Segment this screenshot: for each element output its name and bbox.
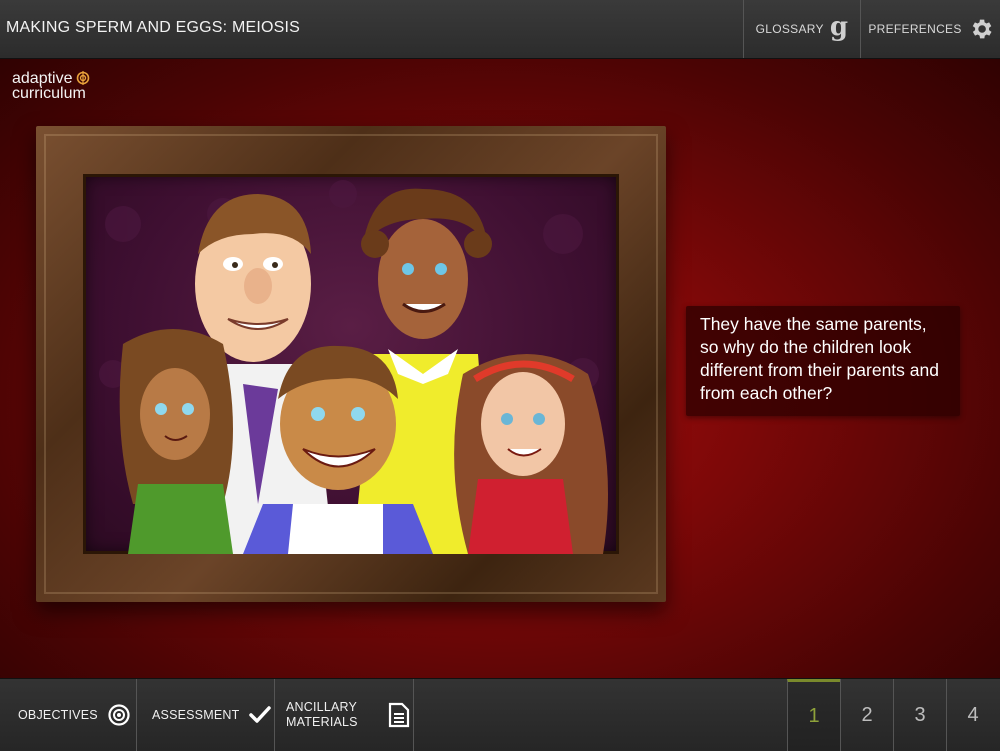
family-cartoon-image xyxy=(99,180,608,554)
glossary-label: GLOSSARY xyxy=(755,22,824,36)
lesson-stage: adaptive curriculum They have the same p… xyxy=(0,59,1000,678)
ancillary-label: ANCILLARY MATERIALS xyxy=(286,700,358,730)
ancillary-label-line1: ANCILLARY xyxy=(286,700,358,714)
left-daughter-figure xyxy=(119,329,233,554)
assessment-label: ASSESSMENT xyxy=(152,708,240,722)
page-button-4[interactable]: 4 xyxy=(946,679,999,751)
glossary-button[interactable]: GLOSSARY g xyxy=(743,0,860,58)
picture-frame xyxy=(36,126,666,602)
page-navigation: 1 2 3 4 xyxy=(787,679,999,751)
assessment-button[interactable]: ASSESSMENT xyxy=(137,679,275,751)
page-button-2[interactable]: 2 xyxy=(840,679,893,751)
document-icon xyxy=(388,702,409,728)
preferences-button[interactable]: PREFERENCES xyxy=(860,0,1000,58)
top-bar: MAKING SPERM AND EGGS: MEIOSIS GLOSSARY … xyxy=(0,0,1000,59)
target-icon xyxy=(108,704,130,726)
logo-swirl-icon xyxy=(76,71,89,85)
logo-line2: curriculum xyxy=(12,85,86,102)
ancillary-label-line2: MATERIALS xyxy=(286,715,358,729)
bottom-bar: OBJECTIVES ASSESSMENT ANCILLARY MATERIAL… xyxy=(0,678,1000,751)
page-button-3[interactable]: 3 xyxy=(893,679,946,751)
checkmark-icon xyxy=(249,706,272,723)
adaptive-curriculum-logo: adaptive curriculum xyxy=(12,69,91,102)
right-daughter-figure xyxy=(454,354,608,554)
objectives-label: OBJECTIVES xyxy=(18,708,98,722)
objectives-button[interactable]: OBJECTIVES xyxy=(0,679,137,751)
page-button-1[interactable]: 1 xyxy=(787,679,840,751)
gear-icon xyxy=(972,19,992,39)
glossary-g-icon: g xyxy=(829,12,849,42)
logo-line1: adaptive xyxy=(12,69,73,87)
family-portrait-illustration xyxy=(83,174,619,554)
question-text: They have the same parents, so why do th… xyxy=(700,314,939,403)
preferences-label: PREFERENCES xyxy=(868,22,962,36)
page-title: MAKING SPERM AND EGGS: MEIOSIS xyxy=(6,19,301,36)
ancillary-materials-button[interactable]: ANCILLARY MATERIALS xyxy=(275,679,414,751)
question-text-box: They have the same parents, so why do th… xyxy=(686,306,960,416)
